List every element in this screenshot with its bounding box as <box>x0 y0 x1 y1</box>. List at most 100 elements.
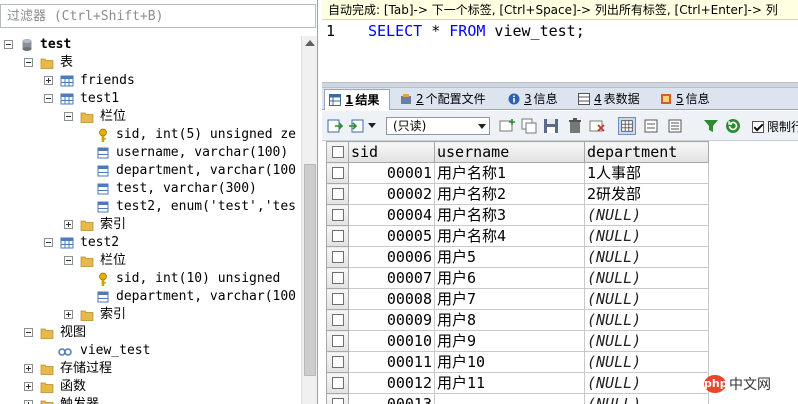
cell-sid[interactable]: 00009 <box>348 309 435 331</box>
form-view-icon[interactable] <box>642 117 660 135</box>
table-row[interactable]: 00008 用户7 (NULL) <box>326 288 709 310</box>
column-header-department[interactable]: department <box>584 141 709 163</box>
collapse-toggle[interactable] <box>24 328 33 337</box>
cell-department[interactable]: (NULL) <box>584 351 709 373</box>
tree-node-column[interactable]: test2, enum('test','tes <box>0 198 300 216</box>
cell-sid[interactable]: 00006 <box>348 246 435 268</box>
select-all-cell[interactable] <box>326 141 349 163</box>
row-select-cell[interactable] <box>326 183 349 205</box>
select-all-checkbox[interactable] <box>331 146 344 158</box>
tree-node-table[interactable]: test1 <box>0 90 300 108</box>
tree-node-index-folder[interactable]: 索引 <box>0 216 300 234</box>
cell-sid[interactable]: 00012 <box>348 372 435 394</box>
cell-username[interactable]: 用户名称1 <box>434 162 585 184</box>
collapse-toggle[interactable] <box>24 58 33 67</box>
cell-department[interactable]: (NULL) <box>584 309 709 331</box>
cancel-changes-icon[interactable] <box>588 117 606 135</box>
row-checkbox[interactable] <box>331 230 344 242</box>
grid-view-icon[interactable] <box>618 117 636 135</box>
cell-sid[interactable]: 00001 <box>348 162 435 184</box>
cell-username[interactable]: 用户名称4 <box>434 225 585 247</box>
table-row[interactable]: 00011 用户10 (NULL) <box>326 351 709 373</box>
tab-info[interactable]: 5 信息 <box>656 89 720 110</box>
table-row[interactable]: 00013 (NULL) <box>326 393 709 404</box>
table-row[interactable]: 00005 用户名称4 (NULL) <box>326 225 709 247</box>
tree-node-table[interactable]: friends <box>0 72 300 90</box>
table-row[interactable]: 00006 用户5 (NULL) <box>326 246 709 268</box>
row-select-cell[interactable] <box>326 330 349 352</box>
export-icon[interactable] <box>326 117 344 135</box>
cell-username[interactable]: 用户7 <box>434 288 585 310</box>
cell-department[interactable]: (NULL) <box>584 288 709 310</box>
tree-node-views[interactable]: 视图 <box>0 324 300 342</box>
table-row[interactable]: 00002 用户名称2 2研发部 <box>326 183 709 205</box>
cell-username[interactable]: 用户9 <box>434 330 585 352</box>
collapse-toggle[interactable] <box>64 112 73 121</box>
tab-profiles[interactable]: 2 个配置文件 <box>396 89 496 110</box>
chevron-down-icon[interactable] <box>368 123 376 128</box>
cell-sid[interactable]: 00002 <box>348 183 435 205</box>
cell-department[interactable]: (NULL) <box>584 393 709 404</box>
collapse-toggle[interactable] <box>44 94 53 103</box>
column-header-sid[interactable]: sid <box>348 141 435 163</box>
row-checkbox[interactable] <box>331 188 344 200</box>
tree-node-database[interactable]: test <box>0 36 300 54</box>
text-view-icon[interactable] <box>666 117 684 135</box>
tree-node-functions[interactable]: 函数 <box>0 378 300 396</box>
cell-sid[interactable]: 00013 <box>348 393 435 404</box>
row-checkbox[interactable] <box>331 209 344 221</box>
cell-department[interactable]: (NULL) <box>584 372 709 394</box>
collapse-toggle[interactable] <box>44 238 53 247</box>
tree-node-column[interactable]: username, varchar(100) <box>0 144 300 162</box>
cell-sid[interactable]: 00011 <box>348 351 435 373</box>
row-checkbox[interactable] <box>331 356 344 368</box>
cell-username[interactable]: 用户11 <box>434 372 585 394</box>
tree-scrollbar[interactable] <box>301 36 317 404</box>
row-select-cell[interactable] <box>326 288 349 310</box>
row-checkbox[interactable] <box>331 272 344 284</box>
cell-department[interactable]: (NULL) <box>584 204 709 226</box>
filter-input[interactable] <box>1 5 315 27</box>
expand-toggle[interactable] <box>24 382 33 391</box>
cell-department[interactable]: (NULL) <box>584 267 709 289</box>
table-row[interactable]: 00009 用户8 (NULL) <box>326 309 709 331</box>
row-checkbox[interactable] <box>331 251 344 263</box>
row-select-cell[interactable] <box>326 393 349 404</box>
tree-node-view[interactable]: view_test <box>0 342 300 360</box>
collapse-toggle[interactable] <box>4 40 13 49</box>
table-row[interactable]: 00001 用户名称1 1人事部 <box>326 162 709 184</box>
tree-node-column[interactable]: sid, int(10) unsigned <box>0 270 300 288</box>
row-checkbox[interactable] <box>331 293 344 305</box>
row-select-cell[interactable] <box>326 204 349 226</box>
filter-icon[interactable] <box>702 117 720 135</box>
limit-rows-checkbox[interactable] <box>752 121 764 133</box>
duplicate-row-icon[interactable] <box>520 117 538 135</box>
table-row[interactable]: 00012 用户11 (NULL) <box>326 372 709 394</box>
table-row[interactable]: 00007 用户6 (NULL) <box>326 267 709 289</box>
row-select-cell[interactable] <box>326 225 349 247</box>
row-checkbox[interactable] <box>331 398 344 404</box>
tree-node-table[interactable]: test2 <box>0 234 300 252</box>
tree-node-columns-folder[interactable]: 栏位 <box>0 252 300 270</box>
row-checkbox[interactable] <box>331 335 344 347</box>
table-row[interactable]: 00004 用户名称3 (NULL) <box>326 204 709 226</box>
row-checkbox[interactable] <box>331 377 344 389</box>
cell-username[interactable]: 用户6 <box>434 267 585 289</box>
tree-node-procedures[interactable]: 存储过程 <box>0 360 300 378</box>
collapse-toggle[interactable] <box>64 256 73 265</box>
cell-department[interactable]: 2研发部 <box>584 183 709 205</box>
cell-username[interactable]: 用户名称2 <box>434 183 585 205</box>
cell-sid[interactable]: 00008 <box>348 288 435 310</box>
tree-node-column[interactable]: sid, int(5) unsigned ze <box>0 126 300 144</box>
expand-toggle[interactable] <box>44 76 53 85</box>
row-select-cell[interactable] <box>326 246 349 268</box>
cell-sid[interactable]: 00007 <box>348 267 435 289</box>
tree-node-index-folder[interactable]: 索引 <box>0 306 300 324</box>
row-select-cell[interactable] <box>326 162 349 184</box>
cell-sid[interactable]: 00004 <box>348 204 435 226</box>
column-header-username[interactable]: username <box>434 141 585 163</box>
cell-username[interactable]: 用户名称3 <box>434 204 585 226</box>
row-checkbox[interactable] <box>331 167 344 179</box>
expand-toggle[interactable] <box>64 310 73 319</box>
import-icon[interactable] <box>348 117 366 135</box>
